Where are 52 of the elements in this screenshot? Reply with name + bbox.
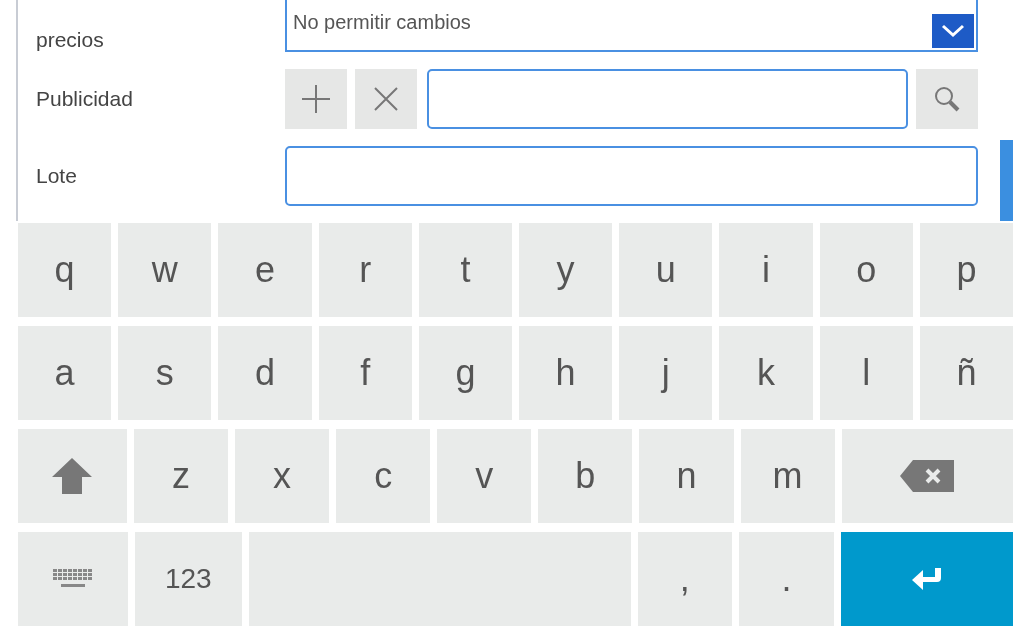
key[interactable]: j	[619, 326, 713, 420]
scrollbar[interactable]	[1000, 140, 1013, 221]
caret-icon	[932, 14, 974, 48]
key[interactable]: g	[418, 326, 512, 420]
key[interactable]: e	[218, 223, 312, 317]
key[interactable]: u	[619, 223, 713, 317]
key[interactable]: a	[18, 326, 112, 420]
key[interactable]: 123	[134, 532, 243, 626]
shift-key[interactable]	[18, 429, 127, 523]
dropdown[interactable]: No permitir cambios	[285, 0, 978, 52]
key[interactable]: l	[819, 326, 913, 420]
key[interactable]: ñ	[919, 326, 1013, 420]
key[interactable]: z	[133, 429, 229, 523]
input-field[interactable]	[285, 146, 978, 206]
backspace-key[interactable]	[841, 429, 1013, 523]
key[interactable]: b	[538, 429, 633, 523]
key[interactable]: x	[235, 429, 330, 523]
key[interactable]: t	[418, 223, 512, 317]
key[interactable]: k	[719, 326, 813, 420]
keyboard-icon	[51, 569, 94, 589]
add-button[interactable]	[285, 69, 347, 129]
clear-button[interactable]	[355, 69, 417, 129]
field-label: Lote	[36, 164, 78, 188]
key[interactable]: f	[318, 326, 412, 420]
key[interactable]: w	[118, 223, 212, 317]
plus-icon	[300, 83, 332, 115]
backspace-icon	[899, 459, 956, 493]
search-icon	[933, 85, 961, 113]
field-label: precios	[36, 28, 105, 52]
key[interactable]: y	[519, 223, 613, 317]
search-button[interactable]	[916, 69, 978, 129]
input-field[interactable]	[427, 69, 908, 129]
key[interactable]: q	[18, 223, 112, 317]
key[interactable]: n	[639, 429, 734, 523]
up-arrow-icon	[51, 457, 94, 495]
enter-icon	[910, 566, 943, 592]
enter-key[interactable]	[840, 532, 1013, 626]
key[interactable]: ,	[637, 532, 733, 626]
key[interactable]: h	[519, 326, 613, 420]
key[interactable]: o	[819, 223, 913, 317]
key[interactable]: d	[218, 326, 312, 420]
key[interactable]: i	[719, 223, 813, 317]
keyboard-key[interactable]	[18, 532, 128, 626]
key[interactable]: c	[336, 429, 431, 523]
field-label: Publicidad	[36, 87, 134, 111]
key[interactable]: s	[118, 326, 212, 420]
key[interactable]: r	[318, 223, 412, 317]
key[interactable]: m	[740, 429, 835, 523]
key[interactable]: .	[739, 532, 834, 626]
close-icon	[373, 86, 399, 112]
key[interactable]: v	[437, 429, 532, 523]
key[interactable]: p	[919, 223, 1013, 317]
